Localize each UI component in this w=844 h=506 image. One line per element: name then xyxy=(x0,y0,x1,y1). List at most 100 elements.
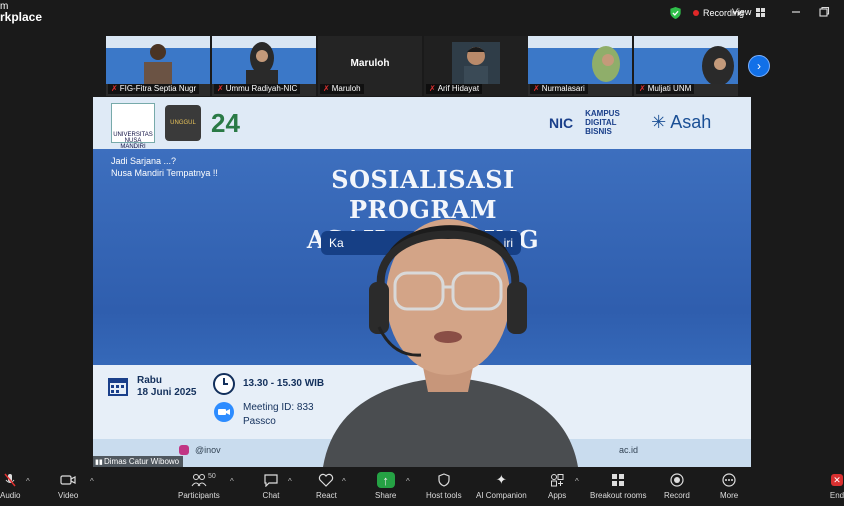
slide-logos-right: NIC KAMPUS DIGITAL BISNIS ✳ Asah xyxy=(549,109,711,136)
breakout-rooms-icon xyxy=(609,472,627,488)
record-icon xyxy=(668,472,686,488)
mic-muted-icon: ✗ xyxy=(323,84,330,93)
participant-tile[interactable]: ✗ Ummu Radiyah-NIC xyxy=(212,36,316,96)
mic-muted-icon: ✗ xyxy=(111,84,118,93)
tagline-line1: Jadi Sarjana ...? xyxy=(111,156,177,166)
participant-name-label: ✗ FIG-Fitra Septia Nugr xyxy=(108,84,200,94)
video-button[interactable]: Video xyxy=(58,472,78,500)
minimize-icon[interactable] xyxy=(790,6,802,18)
video-label: Video xyxy=(58,491,79,500)
record-dot-icon xyxy=(693,10,699,16)
participant-video xyxy=(634,36,738,84)
view-label: View xyxy=(732,7,752,17)
instagram-handle: @inov xyxy=(195,445,221,455)
participant-name: FIG-Fitra Septia Nugr xyxy=(119,84,197,93)
shield-icon xyxy=(670,7,681,19)
chevron-right-icon: › xyxy=(757,59,761,73)
mic-muted-icon: ✗ xyxy=(429,84,436,93)
clock-icon xyxy=(213,373,235,395)
sparkle-icon: ✦ xyxy=(495,472,507,487)
ai-companion-button[interactable]: ✦ AI Companion xyxy=(476,472,527,500)
audio-options-caret[interactable]: ^ xyxy=(26,477,30,486)
participant-tile[interactable]: ✗ Muljati UNM xyxy=(634,36,738,96)
end-call-icon: ✕ xyxy=(828,472,844,488)
next-page-button[interactable]: › xyxy=(748,55,770,77)
speaker-video xyxy=(323,219,578,467)
anniversary-logo: 24 xyxy=(211,107,240,138)
participant-video xyxy=(424,36,528,84)
asah-logo-text: Asah xyxy=(670,112,712,132)
audio-button[interactable]: Audio xyxy=(0,472,20,500)
view-button[interactable]: View xyxy=(732,7,766,17)
end-button[interactable]: ✕ End xyxy=(828,472,844,500)
end-label: End xyxy=(829,491,844,500)
asah-logo: ✳ Asah xyxy=(651,112,711,133)
app-title: m rkplace xyxy=(0,2,42,24)
participant-name: Arif Hidayat xyxy=(437,84,480,93)
participant-video xyxy=(106,36,210,84)
participant-tile[interactable]: ✗ Arif Hidayat xyxy=(424,36,528,96)
participant-video xyxy=(528,36,632,84)
react-options-caret[interactable]: ^ xyxy=(342,477,346,486)
apps-options-caret[interactable]: ^ xyxy=(575,477,579,486)
participants-count: 50 xyxy=(208,473,216,480)
chat-button[interactable]: Chat xyxy=(262,472,280,500)
more-label: More xyxy=(720,491,739,500)
participant-name-label: ✗ Nurmalasari xyxy=(530,84,588,94)
heart-icon xyxy=(317,472,335,488)
share-options-caret[interactable]: ^ xyxy=(406,477,410,486)
event-day: Rabu xyxy=(137,375,162,386)
apps-button[interactable]: Apps xyxy=(548,472,566,500)
participant-name-label: ✗ Maruloh xyxy=(320,84,364,94)
react-button[interactable]: React xyxy=(316,472,337,500)
tagline-line2: Nusa Mandiri Tempatnya !! xyxy=(111,168,218,178)
mic-muted-icon: ✗ xyxy=(639,84,646,93)
footer-instagram: @inov xyxy=(179,445,221,455)
participant-tile[interactable]: Maruloh ✗ Maruloh xyxy=(318,36,422,96)
share-label: Share xyxy=(375,491,397,500)
more-button[interactable]: More xyxy=(720,472,738,500)
chat-icon xyxy=(262,472,280,488)
footer-website: ac.id xyxy=(619,445,639,455)
record-button[interactable]: Record xyxy=(664,472,690,500)
breakout-rooms-button[interactable]: Breakout rooms xyxy=(590,472,646,500)
apps-label: Apps xyxy=(548,491,567,500)
unggul-logo: UNGGUL xyxy=(165,105,201,141)
active-speaker-video: UNIVERSITAS NUSA MANDIRI UNGGUL 24 NIC K… xyxy=(93,97,751,467)
nic-logo: NIC xyxy=(549,114,574,131)
video-camera-icon xyxy=(59,472,77,488)
participant-tile[interactable]: ✗ Nurmalasari xyxy=(528,36,632,96)
asah-mark-icon: ✳ xyxy=(651,112,667,132)
speaker-name-label: ▮▮Dimas Catur Wibowo xyxy=(93,456,184,467)
slide-tagline: Jadi Sarjana ...? Nusa Mandiri Tempatnya… xyxy=(111,155,218,179)
more-dots-icon xyxy=(720,472,738,488)
shield-icon xyxy=(435,472,453,488)
speaker-name: Dimas Catur Wibowo xyxy=(104,457,180,466)
zoom-video-icon xyxy=(214,402,234,422)
video-options-caret[interactable]: ^ xyxy=(90,477,94,486)
participant-tile[interactable]: ✗ FIG-Fitra Septia Nugr xyxy=(106,36,210,96)
share-button[interactable]: ↑ Share xyxy=(375,472,396,500)
react-label: React xyxy=(316,491,337,500)
restore-icon[interactable] xyxy=(818,6,830,18)
participants-options-caret[interactable]: ^ xyxy=(230,477,234,486)
participant-name-label: ✗ Arif Hidayat xyxy=(426,84,483,94)
kampus-digital-logo: KAMPUS DIGITAL BISNIS xyxy=(585,109,620,136)
meeting-toolbar: Audio ^ Video ^ Participants 50 ^ Chat ^… xyxy=(0,468,844,506)
participant-name: Muljati UNM xyxy=(647,84,692,93)
mic-muted-icon: ✗ xyxy=(533,84,540,93)
title-bar: m rkplace Recording View xyxy=(0,0,844,30)
slide-logos-left: UNIVERSITAS NUSA MANDIRI UNGGUL 24 xyxy=(111,103,240,150)
mic-muted-icon xyxy=(1,472,19,488)
event-date-text: 18 Juni 2025 xyxy=(137,387,197,398)
host-tools-button[interactable]: Host tools xyxy=(426,472,462,500)
audio-label: Audio xyxy=(0,491,21,500)
chat-options-caret[interactable]: ^ xyxy=(288,477,292,486)
apps-icon xyxy=(548,472,566,488)
breakout-rooms-label: Breakout rooms xyxy=(590,491,647,500)
participants-icon xyxy=(190,472,208,488)
event-date: Rabu 18 Juni 2025 xyxy=(107,375,196,399)
participant-name: Nurmalasari xyxy=(541,84,585,93)
share-arrow-icon: ↑ xyxy=(376,472,395,488)
participant-video xyxy=(212,36,316,84)
